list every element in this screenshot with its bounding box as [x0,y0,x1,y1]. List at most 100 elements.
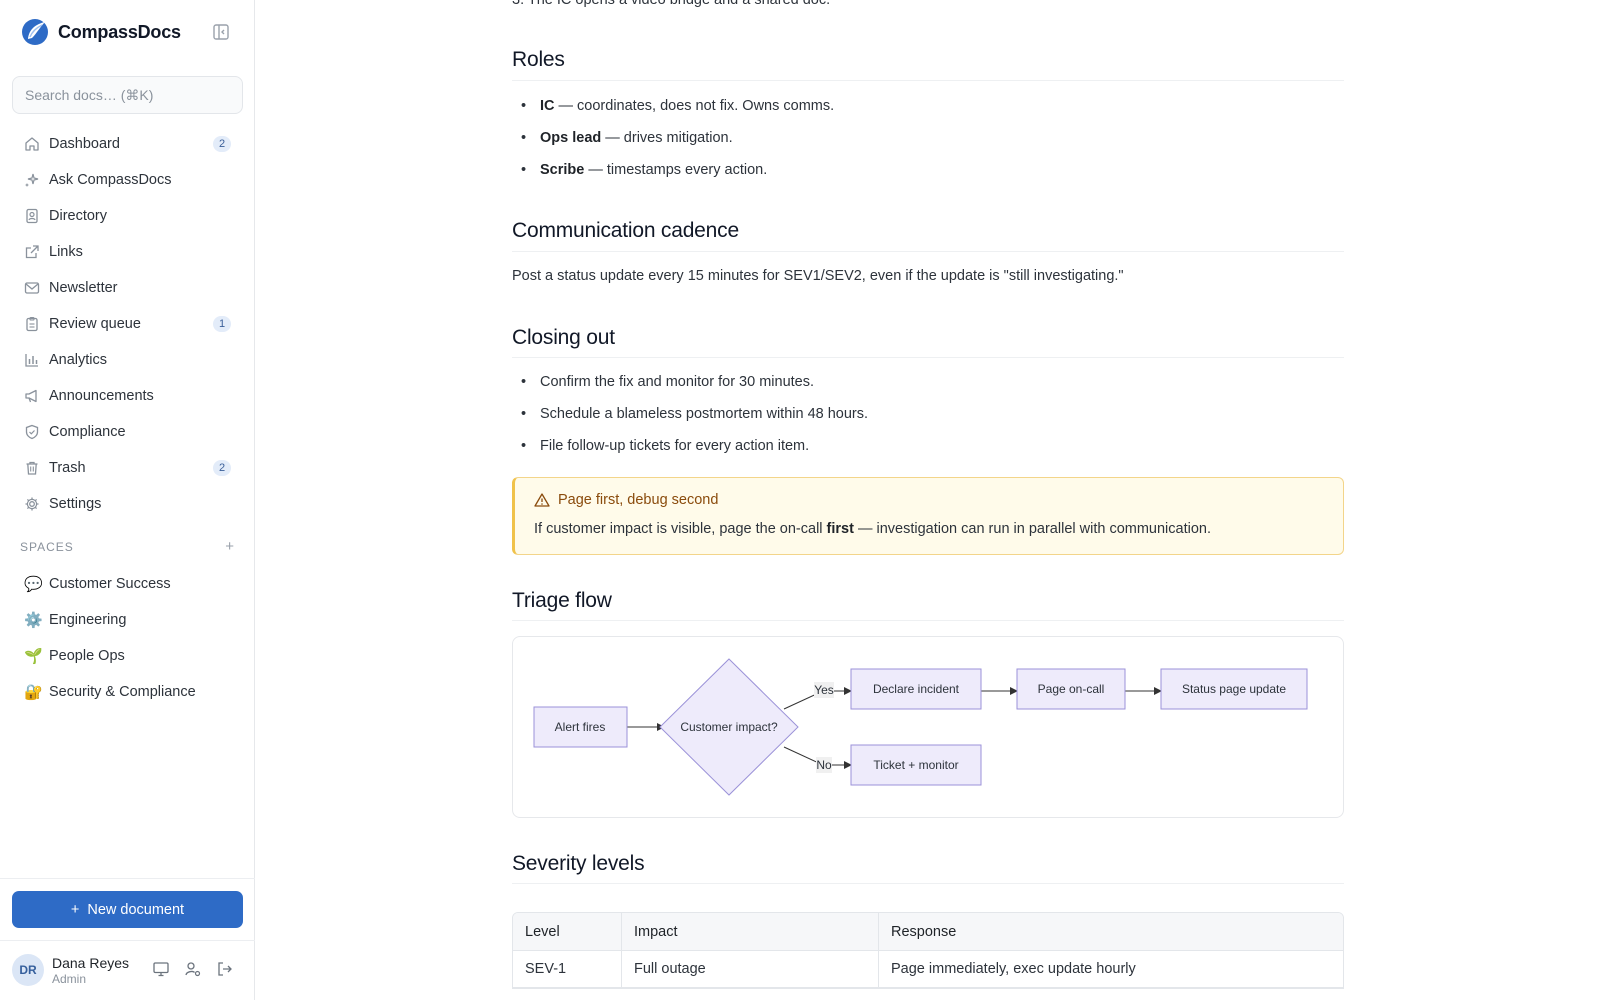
callout-emphasis: first [826,521,854,537]
new-document-label: New document [87,901,185,918]
list-item: IC — coordinates, does not fix. Owns com… [512,90,834,122]
space-label: Security & Compliance [49,684,196,700]
plus-icon: + [70,901,80,918]
roles-list: IC — coordinates, does not fix. Owns com… [512,90,834,186]
external-link-icon [25,245,39,259]
sidebar-item-trash[interactable]: Trash 2 [12,450,243,486]
sparkles-icon [25,173,39,187]
sidebar-item-newsletter[interactable]: Newsletter [12,270,243,306]
space-item-customer-success[interactable]: 💬 Customer Success [12,566,243,602]
compass-logo-icon [22,19,48,45]
new-document-button[interactable]: + New document [12,891,243,928]
sidebar-item-compliance[interactable]: Compliance [12,414,243,450]
role-name: Scribe [540,162,585,178]
table-header-row: Level Impact Response [513,913,1343,951]
node-label: Ticket + monitor [873,758,958,772]
sidebar-item-directory[interactable]: Directory [12,198,243,234]
space-item-security-compliance[interactable]: 🔐 Security & Compliance [12,674,243,710]
sidebar-item-announcements[interactable]: Announcements [12,378,243,414]
sidebar-nav: Dashboard 2 Ask CompassDocs Directory Li… [12,126,243,522]
section-heading-triage: Triage flow [512,589,612,612]
count-badge: 2 [213,460,231,476]
sidebar-item-settings[interactable]: Settings [12,486,243,522]
space-label: Engineering [49,612,127,628]
space-label: People Ops [49,648,125,664]
sidebar-collapse-icon[interactable] [212,23,230,41]
user-actions [152,960,234,978]
sidebar-item-analytics[interactable]: Analytics [12,342,243,378]
section-heading-cadence: Communication cadence [512,219,739,242]
sidebar-item-label: Review queue [49,316,141,332]
node-label: Declare incident [873,682,960,696]
heading-rule [512,620,1344,621]
sidebar-item-dashboard[interactable]: Dashboard 2 [12,126,243,162]
role-desc: — coordinates, does not fix. Owns comms. [554,98,835,114]
role-desc: — drives mitigation. [601,130,733,146]
node-label: Status page update [1182,682,1286,696]
sidebar-item-ask[interactable]: Ask CompassDocs [12,162,243,198]
document-view: 3. The IC opens a video bridge and a sha… [256,0,1600,1000]
triage-flow-diagram: Yes No Alert fires Customer impact? Decl… [512,636,1344,818]
sidebar-item-review-queue[interactable]: Review queue 1 [12,306,243,342]
trash-icon [26,461,38,475]
bar-chart-icon [25,354,38,367]
sidebar-item-label: Links [49,244,83,260]
table-cell: Full outage [621,951,878,988]
heading-rule [512,883,1344,884]
gear-icon [25,497,39,511]
callout-title: Page first, debug second [534,492,718,508]
lock-icon: 🔐 [24,684,43,701]
closing-list: Confirm the fix and monitor for 30 minut… [512,366,868,462]
spaces-heading: SPACES + [20,538,235,558]
section-heading-severity: Severity levels [512,852,645,875]
home-icon [25,137,39,151]
table-cell: Page immediately, exec update hourly [878,951,1343,988]
count-badge: 1 [213,316,231,332]
list-item: 3. The IC opens a video bridge and a sha… [512,0,831,8]
list-item: Scribe — timestamps every action. [512,154,834,186]
callout-text: — investigation can run in parallel with… [853,521,1211,537]
user-settings-icon[interactable] [184,960,202,978]
sidebar-item-links[interactable]: Links [12,234,243,270]
sidebar-item-label: Trash [49,460,86,476]
space-item-people-ops[interactable]: 🌱 People Ops [12,638,243,674]
search-input[interactable] [12,76,243,114]
divider [0,940,255,941]
column-header: Impact [621,913,878,951]
flowchart: Yes No Alert fires Customer impact? Decl… [533,658,1308,796]
sidebar-item-label: Analytics [49,352,108,368]
seedling-icon: 🌱 [24,648,43,665]
user-profile[interactable]: DR Dana Reyes Admin [12,953,129,987]
space-item-engineering[interactable]: ⚙️ Engineering [12,602,243,638]
spaces-list: 💬 Customer Success ⚙️ Engineering 🌱 Peop… [12,566,243,710]
heading-rule [512,80,1344,81]
node-label: Customer impact? [680,720,778,734]
shield-icon [25,424,39,440]
edge-label-yes: Yes [814,683,834,697]
callout-title-text: Page first, debug second [558,492,719,508]
edge-label-no: No [816,758,832,772]
sidebar-item-label: Compliance [49,424,126,440]
avatar: DR [12,954,44,986]
heading-rule [512,357,1344,358]
column-header: Level [513,913,621,951]
list-item: Ops lead — drives mitigation. [512,122,834,154]
table-cell: SEV-1 [513,951,621,988]
list-item: Confirm the fix and monitor for 30 minut… [512,366,868,398]
warning-callout: Page first, debug second If customer imp… [512,477,1344,555]
sidebar-item-label: Ask CompassDocs [49,172,172,188]
table-row: SEV-1 Full outage Page immediately, exec… [513,951,1343,988]
brand[interactable]: CompassDocs [20,15,181,49]
callout-text: If customer impact is visible, page the … [534,521,827,537]
sidebar-item-label: Announcements [49,388,154,404]
sidebar-item-label: Dashboard [49,136,120,152]
add-space-icon[interactable]: + [225,538,235,555]
severity-table: Level Impact Response SEV-1 Full outage … [512,912,1344,989]
column-header: Response [878,913,1343,951]
logout-icon[interactable] [216,960,234,978]
count-badge: 2 [213,136,231,152]
clipboard-icon [26,316,38,332]
sidebar: CompassDocs Dashboard 2 Ask CompassDocs … [0,0,255,1000]
monitor-icon[interactable] [152,960,170,978]
user-role: Admin [52,971,87,986]
